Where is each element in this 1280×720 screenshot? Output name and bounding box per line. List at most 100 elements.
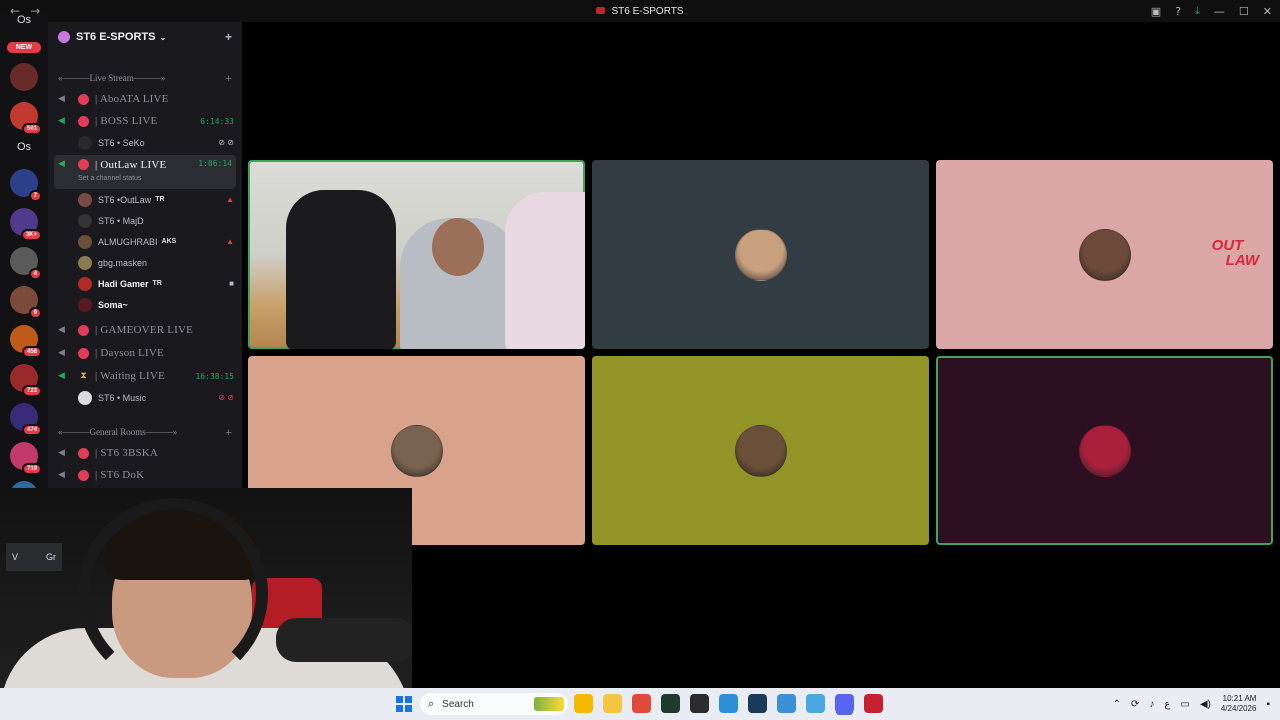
- server-icon[interactable]: 9: [10, 286, 42, 319]
- game-activity-panel[interactable]: V Gr: [6, 543, 62, 571]
- obs-icon[interactable]: [690, 694, 709, 713]
- server-icon[interactable]: [10, 63, 38, 91]
- file-explorer-icon[interactable]: [574, 694, 593, 713]
- video-icon: ■: [229, 279, 234, 288]
- network-icon[interactable]: ▭: [1180, 699, 1189, 710]
- title-bar: ← → ST6 E-SPORTS ▣ ? ⤓ — ☐ ✕: [0, 0, 1280, 22]
- server-icon[interactable]: 4: [10, 247, 42, 280]
- folder-icon[interactable]: [603, 694, 622, 713]
- headset: [78, 498, 268, 688]
- server-text-icon[interactable]: Os: [0, 14, 48, 32]
- steam-icon[interactable]: [748, 694, 767, 713]
- channel-bska[interactable]: ◀ | ST6 3BSKA: [48, 442, 242, 464]
- channel-dok[interactable]: ◀ | ST6 DoK: [48, 464, 242, 486]
- speaker-icon: ◀: [58, 348, 65, 358]
- discord-icon[interactable]: [835, 694, 854, 713]
- inbox-icon[interactable]: ▣: [1151, 5, 1161, 18]
- server-icon[interactable]: 474: [10, 403, 42, 436]
- participant-avatar: [734, 424, 787, 477]
- photos-icon[interactable]: [777, 694, 796, 713]
- channel-outlaw[interactable]: ◀ | OutLaw LIVE 1:06:14 Set a channel st…: [54, 155, 236, 189]
- server-icon[interactable]: 719: [10, 442, 42, 475]
- clock[interactable]: 10:21 AM 4/24/2026: [1221, 694, 1257, 714]
- server-text-icon[interactable]: Os: [0, 141, 48, 159]
- search-box[interactable]: ⌕ Search: [420, 693, 568, 715]
- participant-tile[interactable]: [592, 356, 929, 545]
- activity-icon: ▲: [226, 237, 234, 246]
- minimize-button[interactable]: —: [1214, 5, 1225, 18]
- user-name: gbg.masken: [98, 257, 148, 268]
- voice-user-seko[interactable]: ST6 • SeKo ⊘ ⊘: [48, 132, 242, 153]
- app-red-icon[interactable]: [864, 694, 883, 713]
- voice-user-hadi[interactable]: Hadi Gamer TR ■: [48, 273, 242, 294]
- speaker-icon: ◀: [58, 116, 65, 126]
- guild-header[interactable]: ST6 E-SPORTS ⌄ +: [48, 22, 242, 52]
- participant-tile[interactable]: [936, 356, 1273, 545]
- help-icon[interactable]: ?: [1175, 5, 1181, 18]
- volume-icon[interactable]: ◀): [1200, 699, 1211, 710]
- server-icon[interactable]: 723: [10, 364, 42, 397]
- muted-deafened-icon: ⊘ ⊘: [218, 138, 234, 147]
- chrome-icon[interactable]: [632, 694, 651, 713]
- new-badge[interactable]: NEW: [7, 42, 41, 53]
- channel-timer: 16:38:15: [195, 371, 234, 381]
- server-icon[interactable]: 501: [10, 102, 42, 135]
- terminal-icon[interactable]: [661, 694, 680, 713]
- voice-user-majd[interactable]: ST6 • MajD: [48, 210, 242, 231]
- browser-icon[interactable]: [806, 694, 825, 713]
- participant-tile[interactable]: OUT LAW: [936, 160, 1273, 349]
- edge-icon[interactable]: [719, 694, 738, 713]
- chevron-up-icon[interactable]: ⌃: [1113, 699, 1121, 710]
- language-indicator[interactable]: ع: [1164, 699, 1170, 710]
- avatar: [78, 276, 92, 291]
- voice-user-outlaw[interactable]: ST6 •OutLaw TR ▲: [48, 189, 242, 210]
- channel-dayson[interactable]: ◀ | Dayson LIVE: [48, 342, 242, 364]
- windows-start-icon[interactable]: [396, 696, 412, 712]
- close-button[interactable]: ✕: [1263, 5, 1272, 18]
- sync-icon[interactable]: ⟳: [1131, 699, 1139, 710]
- user-tag: AKS: [161, 238, 177, 245]
- guild-logo-icon: [596, 7, 606, 15]
- game-icon: V: [12, 552, 19, 562]
- maximize-button[interactable]: ☐: [1239, 5, 1249, 18]
- category-live-stream[interactable]: «———Live Stream———» +: [48, 68, 242, 88]
- notification-icon[interactable]: ▪: [1266, 699, 1270, 710]
- person-head: [432, 218, 484, 276]
- live-dot-icon: [78, 347, 89, 359]
- create-channel-icon[interactable]: +: [225, 425, 232, 440]
- server-icon[interactable]: 3K+: [10, 208, 42, 241]
- search-highlight-icon: [534, 697, 564, 711]
- voice-user-music[interactable]: ST6 • Music ⊘ ⊘: [48, 387, 242, 408]
- voice-user-almughrabi[interactable]: ALMUGHRABI AKS ▲: [48, 231, 242, 252]
- user-name: ST6 •OutLaw: [98, 194, 152, 205]
- participant-tile[interactable]: [592, 160, 929, 349]
- channel-boss[interactable]: ◀ | BOSS LIVE 6:14:33: [48, 110, 242, 132]
- channel-gameover[interactable]: ◀ | GAMEOVER LIVE: [48, 319, 242, 341]
- guild-icon: [58, 31, 70, 43]
- search-icon: ⌕: [428, 697, 435, 710]
- channel-status[interactable]: Set a channel status: [78, 175, 141, 182]
- microphone: [276, 618, 412, 662]
- channel-waiting[interactable]: ◀ ⧗ | Waiting LIVE 16:38:15: [48, 365, 242, 387]
- voice-user-masken[interactable]: gbg.masken: [48, 252, 242, 273]
- hourglass-icon: ⧗: [80, 370, 87, 381]
- voice-user-soma[interactable]: Soma~: [48, 294, 242, 315]
- participant-avatar: [390, 424, 443, 477]
- muted-deafened-icon: ⊘ ⊘: [218, 393, 234, 402]
- category-general-rooms[interactable]: «———General Rooms———» +: [48, 422, 242, 442]
- user-name: ST6 • SeKo: [98, 137, 145, 148]
- camera-tile[interactable]: [248, 160, 585, 349]
- speaker-icon: ◀: [58, 325, 65, 335]
- mention-badge: 474: [21, 424, 42, 436]
- create-channel-icon[interactable]: +: [225, 71, 232, 86]
- download-icon[interactable]: ⤓: [1195, 4, 1200, 18]
- user-name: ST6 • MajD: [98, 215, 144, 226]
- microphone-icon[interactable]: ♪: [1149, 699, 1154, 710]
- avatar: [78, 297, 92, 312]
- add-member-icon[interactable]: +: [225, 30, 232, 44]
- channel-aboata[interactable]: ◀ | AboATA LIVE: [48, 88, 242, 110]
- server-icon[interactable]: 7: [10, 169, 42, 202]
- mention-badge: 456: [21, 346, 42, 358]
- avatar: [78, 213, 92, 228]
- server-icon[interactable]: 456: [10, 325, 42, 358]
